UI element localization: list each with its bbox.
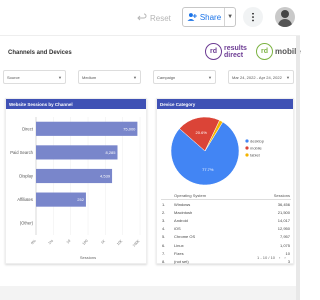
x-tick-label: 1K [100, 238, 106, 244]
os-name-cell: Android [174, 217, 188, 223]
prev-page-icon[interactable]: ‹ [279, 255, 280, 260]
os-name-cell: Macintosh [174, 209, 193, 215]
filter-label: Mar 24, 2022 - Apr 24, 2022 [232, 74, 282, 80]
legend-swatch [245, 139, 249, 143]
x-tick-label: 10K [116, 238, 124, 246]
pie-value-label: 77.7% [202, 167, 214, 172]
pie-value-label: 20.6% [196, 130, 208, 135]
os-name-cell: Linux [174, 242, 184, 248]
sessions-cell: 12,950 [277, 226, 290, 232]
os-name-cell: (not set) [174, 258, 189, 264]
sessions-bar-chart: 0% 1% 10 100 1K 10K 100K Direct 75,000 Paid Searc… [10, 117, 141, 260]
panel-title: Website Sessions by Channel [6, 99, 146, 109]
y-category-label: Affiliates [17, 197, 33, 202]
table-header[interactable]: Operating System [173, 191, 250, 200]
filter-label: Campaign [157, 74, 176, 80]
legend-label: tablet [250, 152, 261, 157]
filter-label: Medium [82, 74, 97, 80]
campaign-filter[interactable]: Campaign ▼ [153, 70, 216, 84]
table-row: 6. Linux 1,075 [161, 241, 291, 249]
row-index: 8. [162, 258, 166, 264]
dropdown-arrow-icon: ▼ [58, 75, 62, 80]
y-category-label: (Other) [20, 221, 34, 226]
dropdown-arrow-icon: ▼ [286, 75, 290, 80]
table-header [161, 191, 174, 200]
sessions-cell: 14,017 [277, 217, 290, 223]
logo-badge: rd [256, 43, 273, 60]
os-name-cell: Windows [174, 201, 191, 207]
sessions-cell: 21,500 [277, 209, 290, 215]
table-pager: 1 - 10 / 10 ‹ › [257, 255, 286, 260]
avatar[interactable] [275, 7, 295, 27]
logo-line2: direct [224, 51, 244, 59]
table-header[interactable]: Sessions [249, 191, 291, 200]
logo-line1: results [224, 44, 247, 52]
table-row: 2. Macintosh 21,500 [161, 208, 291, 216]
table-row: 5. Chrome OS 7,957 [161, 233, 291, 241]
share-dropdown-icon[interactable]: ▼ [224, 8, 235, 26]
os-name-cell: Chrome OS [174, 234, 196, 240]
x-axis-title: Sessions [80, 255, 96, 260]
table-row: 3. Android 14,017 [161, 216, 291, 224]
y-category-label: Display [19, 174, 34, 179]
pager-text: 1 - 10 / 10 [257, 255, 276, 260]
y-category-label: Paid Search [10, 150, 33, 155]
os-name-cell: iOS [174, 226, 181, 232]
bar-value-label: 252 [77, 197, 84, 202]
share-label: Share [199, 12, 222, 22]
dropdown-arrow-icon: ▼ [133, 75, 137, 80]
legend-label: mobile [250, 145, 263, 150]
results-direct-logo: rd results direct [205, 43, 247, 60]
mobile-logo: rd mobile [256, 43, 301, 60]
x-tick-label: 10 [66, 239, 72, 245]
device-category-panel: Device Category 77.7% 20.6% desktop mobile t… [156, 98, 294, 264]
logo-badge: rd [205, 43, 222, 60]
table-header-row: Operating System Sessions [161, 191, 291, 200]
dropdown-arrow-icon: ▼ [208, 75, 212, 80]
table-row: 1. Windows 36,456 [161, 200, 291, 209]
kebab-icon [252, 12, 254, 22]
legend-label: desktop [250, 138, 265, 143]
row-index: 6. [162, 242, 166, 248]
legend-swatch [245, 146, 249, 150]
report-toolbar: Reset Share ▼ [0, 0, 300, 36]
next-page-icon[interactable]: › [284, 255, 285, 260]
medium-filter[interactable]: Medium ▼ [78, 70, 141, 84]
x-tick-label: 100 [82, 239, 89, 246]
device-pie-chart: 77.7% 20.6% desktop mobile tablet [170, 116, 265, 186]
share-button[interactable]: Share ▼ [182, 7, 236, 27]
source-filter[interactable]: Source ▼ [3, 70, 66, 84]
x-tick-label: 0% [30, 238, 37, 245]
row-index: 4. [162, 226, 166, 232]
os-name-cell: Fizes [174, 250, 184, 256]
bar-value-label: 4,539 [100, 174, 111, 179]
bar-value-label: 8,285 [105, 150, 116, 155]
add-person-icon [187, 13, 197, 21]
table-row: 4. iOS 12,950 [161, 225, 291, 233]
x-tick-label: 1% [48, 238, 55, 245]
row-index: 2. [162, 209, 166, 215]
filter-label: Source [7, 74, 20, 80]
panel-title: Device Category [157, 99, 293, 109]
legend-swatch [245, 153, 249, 157]
more-options-button[interactable] [243, 7, 263, 27]
report-page: Channels and Devices rd results direct r… [0, 36, 301, 286]
y-category-label: Direct [22, 126, 34, 131]
row-index: 7. [162, 250, 166, 256]
sessions-cell: 7,957 [279, 234, 290, 240]
date-range-filter[interactable]: Mar 24, 2022 - Apr 24, 2022 ▼ [228, 70, 294, 84]
sessions-cell: 36,456 [277, 201, 290, 207]
row-index: 1. [162, 201, 166, 207]
vertical-scrollbar[interactable] [296, 36, 300, 300]
row-index: 3. [162, 217, 166, 223]
reset-button[interactable]: Reset [137, 11, 171, 25]
row-index: 5. [162, 234, 166, 240]
reset-icon [137, 13, 147, 21]
reset-label: Reset [150, 13, 171, 23]
bar-value-label: 75,000 [123, 126, 136, 131]
sessions-cell: 1,075 [279, 242, 290, 248]
page-title: Channels and Devices [8, 50, 72, 56]
x-tick-label: 100K [132, 238, 141, 247]
sessions-by-channel-panel: Website Sessions by Channel 0% 1% 10 100 1K 1… [5, 98, 147, 264]
